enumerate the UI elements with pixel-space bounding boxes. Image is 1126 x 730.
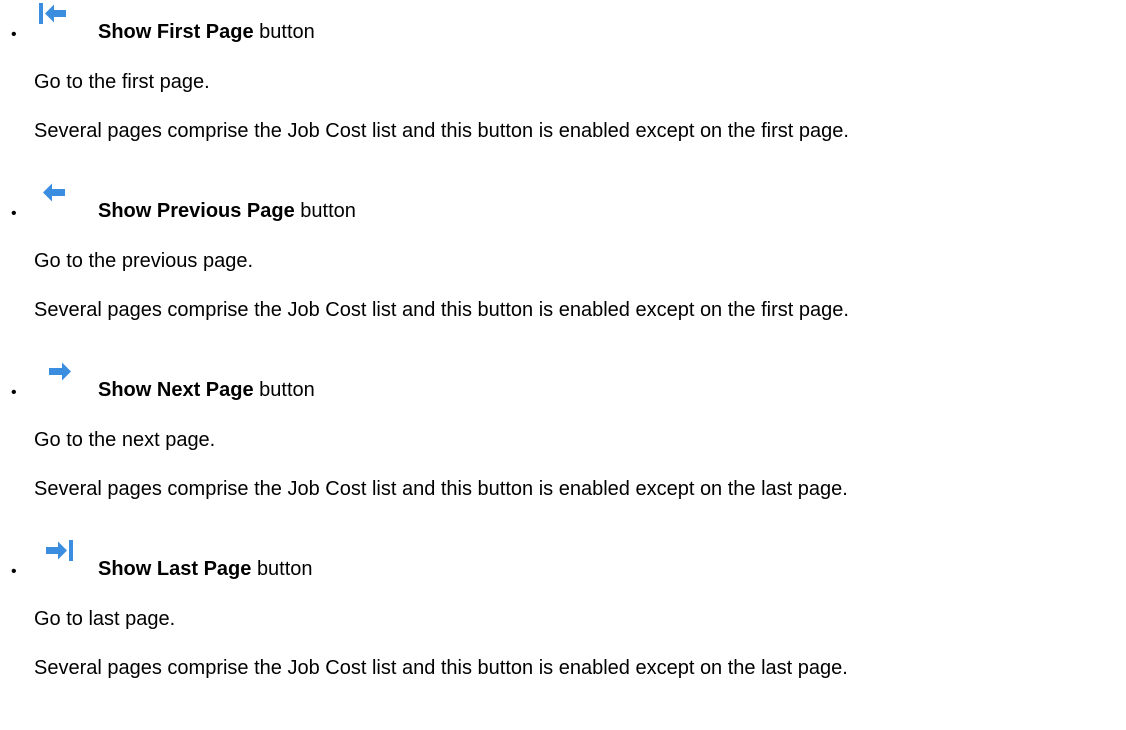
bullet: • bbox=[11, 205, 17, 222]
item-title: Show Next Page button bbox=[98, 378, 315, 402]
next-page-arrow-icon[interactable] bbox=[30, 358, 94, 406]
button-name: Show Last Page bbox=[98, 558, 252, 580]
item-heading: • Show First Page button bbox=[0, 0, 1126, 52]
item-title: Show Previous Page button bbox=[98, 199, 356, 223]
item-description: Go to the previous page. bbox=[34, 250, 254, 272]
button-suffix: button bbox=[256, 558, 313, 580]
item-heading: • Show Last Page button bbox=[0, 537, 1126, 589]
last-page-arrow-icon[interactable] bbox=[30, 537, 94, 585]
list-item-show-last-page: • Show Last Page button Go to last page.… bbox=[0, 537, 1126, 679]
item-heading: • Show Next Page button bbox=[0, 358, 1126, 410]
list-item-show-next-page: • Show Next Page button Go to the next p… bbox=[0, 358, 1126, 500]
button-name: Show Next Page bbox=[98, 379, 254, 401]
item-note: Several pages comprise the Job Cost list… bbox=[34, 120, 849, 142]
item-heading: • Show Previous Page button bbox=[0, 179, 1126, 231]
item-note: Several pages comprise the Job Cost list… bbox=[34, 657, 848, 679]
button-suffix: button bbox=[300, 200, 356, 222]
bullet: • bbox=[11, 384, 17, 401]
list-item-show-previous-page: • Show Previous Page button Go to the pr… bbox=[0, 179, 1126, 321]
button-suffix: button bbox=[259, 21, 315, 43]
bullet: • bbox=[11, 563, 17, 580]
button-name: Show First Page bbox=[98, 21, 254, 43]
item-description: Go to the next page. bbox=[34, 429, 216, 451]
list-item-show-first-page: • Show First Page button Go to the first… bbox=[0, 0, 1126, 142]
bullet: • bbox=[11, 26, 17, 43]
item-description: Go to the first page. bbox=[34, 71, 210, 93]
previous-page-arrow-icon[interactable] bbox=[30, 179, 94, 227]
item-title: Show First Page button bbox=[98, 20, 315, 44]
item-title: Show Last Page button bbox=[98, 557, 313, 581]
item-note: Several pages comprise the Job Cost list… bbox=[34, 299, 849, 321]
item-description: Go to last page. bbox=[34, 608, 176, 630]
button-name: Show Previous Page bbox=[98, 200, 295, 222]
item-note: Several pages comprise the Job Cost list… bbox=[34, 478, 848, 500]
first-page-arrow-icon[interactable] bbox=[30, 0, 94, 48]
button-suffix: button bbox=[259, 379, 315, 401]
